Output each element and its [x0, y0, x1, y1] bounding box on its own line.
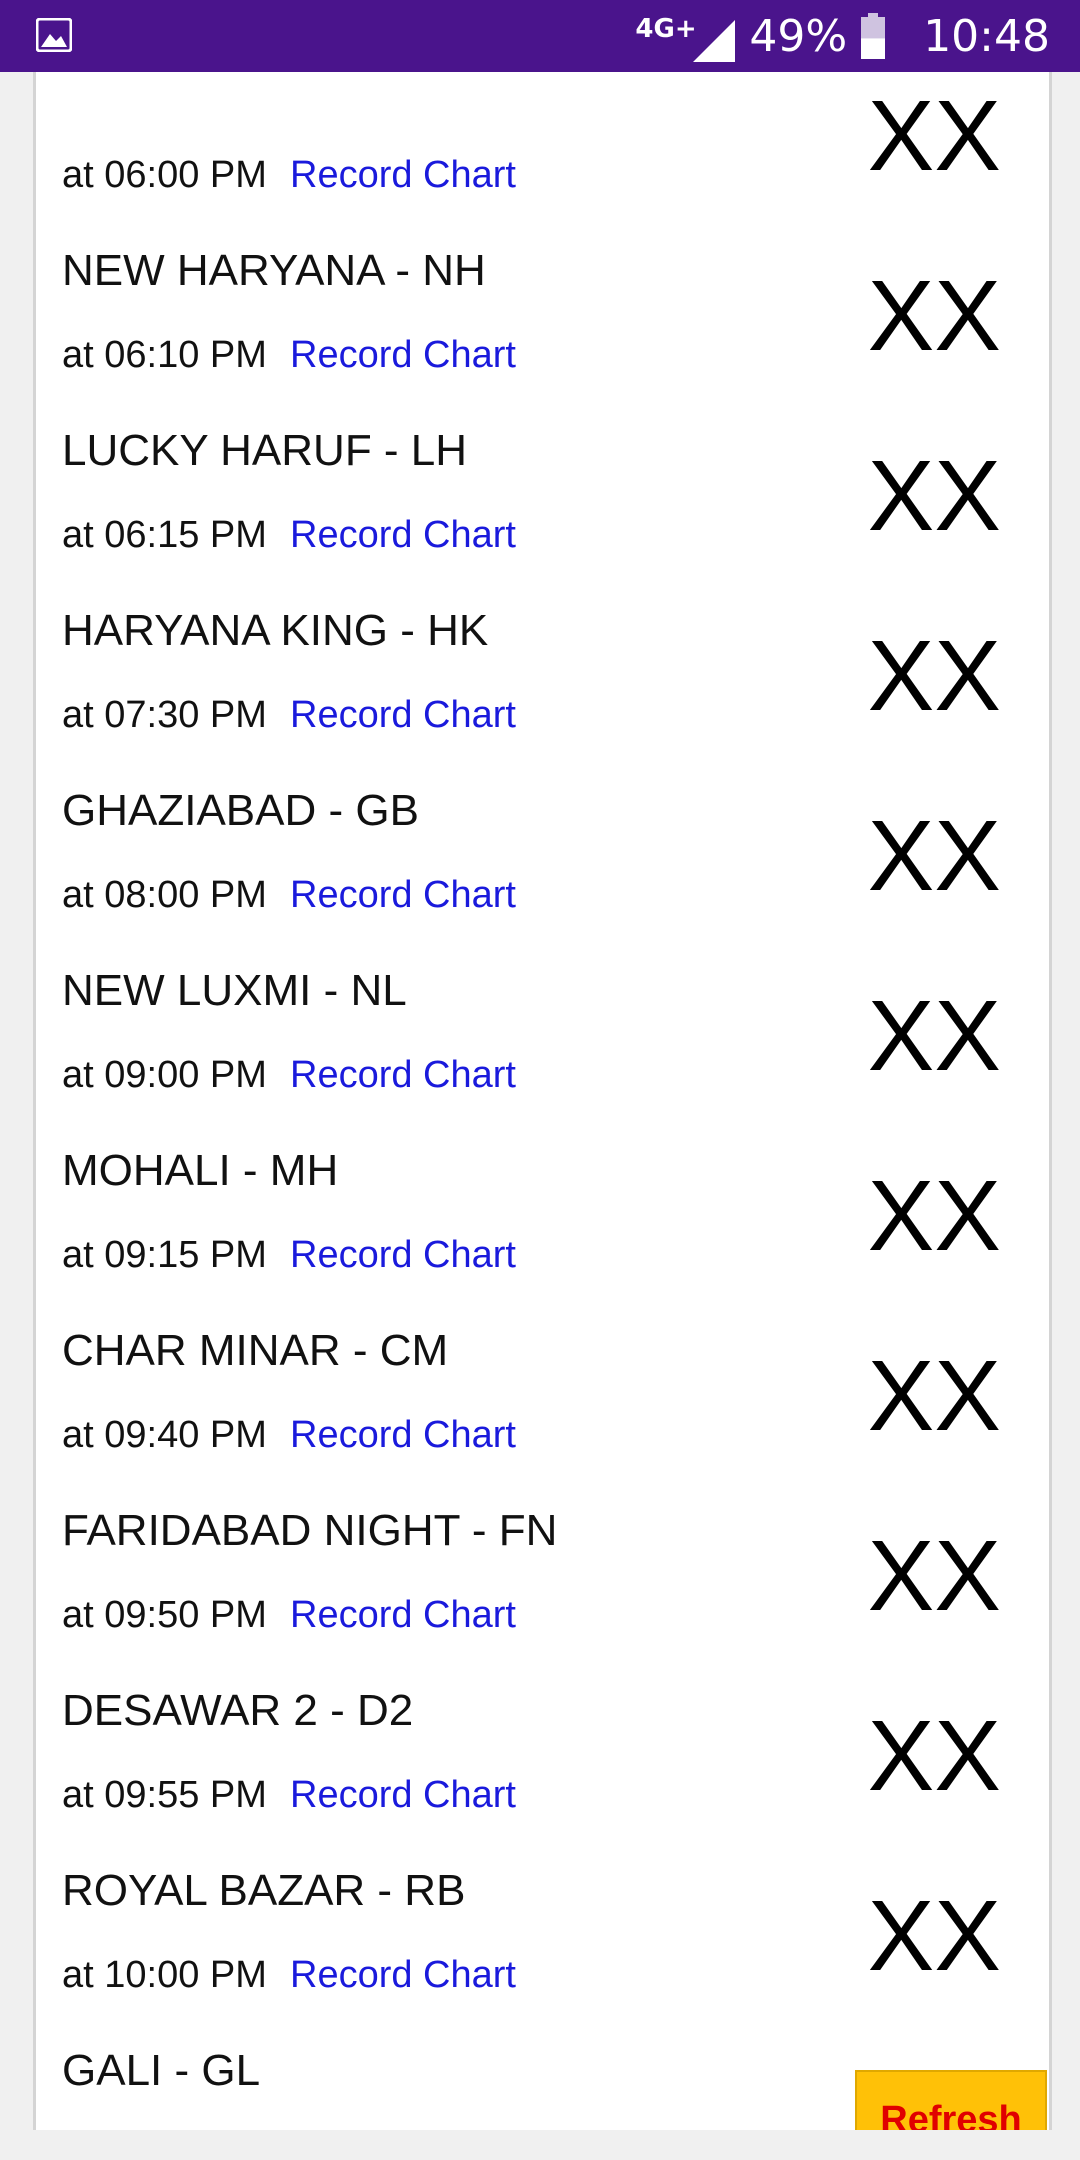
game-title: HARYANA KING - HK	[62, 606, 489, 655]
game-title: GALI - GL	[62, 2046, 261, 2095]
game-title: CHAR MINAR - CM	[62, 1326, 449, 1375]
record-chart-link[interactable]: Record Chart	[290, 1954, 516, 1997]
refresh-button[interactable]: Refresh	[855, 2070, 1047, 2130]
result-row: HARYANA KING - HK at 07:30 PM Record Chart…	[36, 582, 1049, 765]
signal-strength-icon	[693, 20, 736, 62]
result-value: XX	[867, 800, 1001, 912]
record-chart-link[interactable]: Record Chart	[290, 1054, 516, 1097]
result-value: XX	[867, 1340, 1001, 1452]
game-time: at 09:15 PM	[62, 1234, 267, 1276]
game-time: at 08:00 PM	[62, 874, 267, 916]
result-value: XX	[867, 440, 1001, 552]
record-chart-link[interactable]: Record Chart	[290, 694, 516, 737]
status-indicators: 4G+ 49% 10:48	[635, 0, 1050, 72]
result-row: GHAZIABAD - GB at 08:00 PM Record Chart XX	[36, 762, 1049, 945]
result-row: LUCKY HARUF - LH at 06:15 PM Record Chart X…	[36, 402, 1049, 585]
record-chart-link[interactable]: Record Chart	[290, 1414, 516, 1457]
game-title: DESAWAR 2 - D2	[62, 1686, 414, 1735]
record-chart-link[interactable]: Record Chart	[290, 1774, 516, 1817]
result-value: XX	[867, 1880, 1001, 1992]
record-chart-link[interactable]: Record Chart	[290, 1594, 516, 1637]
result-row: NEW LUXMI - NL at 09:00 PM Record Chart XX	[36, 942, 1049, 1125]
battery-icon	[861, 13, 886, 59]
game-title: FARIDABAD NIGHT - FN	[62, 1506, 558, 1555]
clock: 10:48	[923, 10, 1050, 62]
game-title: NEW LUXMI - NL	[62, 966, 407, 1015]
game-time: at 09:50 PM	[62, 1594, 267, 1636]
record-chart-link[interactable]: Record Chart	[290, 514, 516, 557]
result-value: XX	[867, 1520, 1001, 1632]
game-time: at 09:00 PM	[62, 1054, 267, 1096]
result-row: MOHALI - MH at 09:15 PM Record Chart XX	[36, 1122, 1049, 1305]
status-bar: 4G+ 49% 10:48	[0, 0, 1080, 72]
network-indicator: 4G+	[635, 8, 736, 64]
result-value: XX	[867, 80, 1001, 192]
game-time: at 07:30 PM	[62, 694, 267, 736]
result-value: XX	[867, 1700, 1001, 1812]
record-chart-link[interactable]: Record Chart	[290, 1234, 516, 1277]
game-title: LUCKY HARUF - LH	[62, 426, 468, 475]
record-chart-link[interactable]: Record Chart	[290, 874, 516, 917]
result-value: XX	[867, 260, 1001, 372]
result-row: GALI - GLat 11:00 PMRecord ChartRefresh	[36, 2022, 1049, 2130]
game-title: NEW HARYANA - NH	[62, 246, 486, 295]
game-title: ROYAL BAZAR - RB	[62, 1866, 466, 1915]
result-row: at 06:00 PM Record Chart XX	[36, 72, 1049, 225]
results-list: at 06:00 PM Record Chart XX NEW HARYANA - N…	[33, 72, 1052, 2130]
result-value: XX	[867, 980, 1001, 1092]
result-row: ROYAL BAZAR - RB at 10:00 PM Record Chart X…	[36, 1842, 1049, 2025]
record-chart-link[interactable]: Record Chart	[290, 154, 516, 197]
record-chart-link[interactable]: Record Chart	[290, 334, 516, 377]
result-value: XX	[867, 620, 1001, 732]
image-icon	[36, 18, 72, 52]
game-time: at 06:00 PM	[62, 154, 267, 196]
game-time: at 06:10 PM	[62, 334, 267, 376]
network-type-label: 4G+	[635, 14, 697, 44]
result-value: XX	[867, 1160, 1001, 1272]
result-row: NEW HARYANA - NH at 06:10 PM Record Chart X…	[36, 222, 1049, 405]
result-row: DESAWAR 2 - D2 at 09:55 PM Record Chart XX	[36, 1662, 1049, 1845]
game-title: GHAZIABAD - GB	[62, 786, 419, 835]
game-time: at 06:15 PM	[62, 514, 267, 556]
result-row: CHAR MINAR - CM at 09:40 PM Record Chart XX	[36, 1302, 1049, 1485]
result-row: FARIDABAD NIGHT - FN at 09:50 PM Record Ch…	[36, 1482, 1049, 1665]
battery-percentage: 49%	[749, 10, 848, 62]
game-title: MOHALI - MH	[62, 1146, 339, 1195]
game-time: at 09:55 PM	[62, 1774, 267, 1816]
game-time: at 09:40 PM	[62, 1414, 267, 1456]
game-time: at 10:00 PM	[62, 1954, 267, 1996]
